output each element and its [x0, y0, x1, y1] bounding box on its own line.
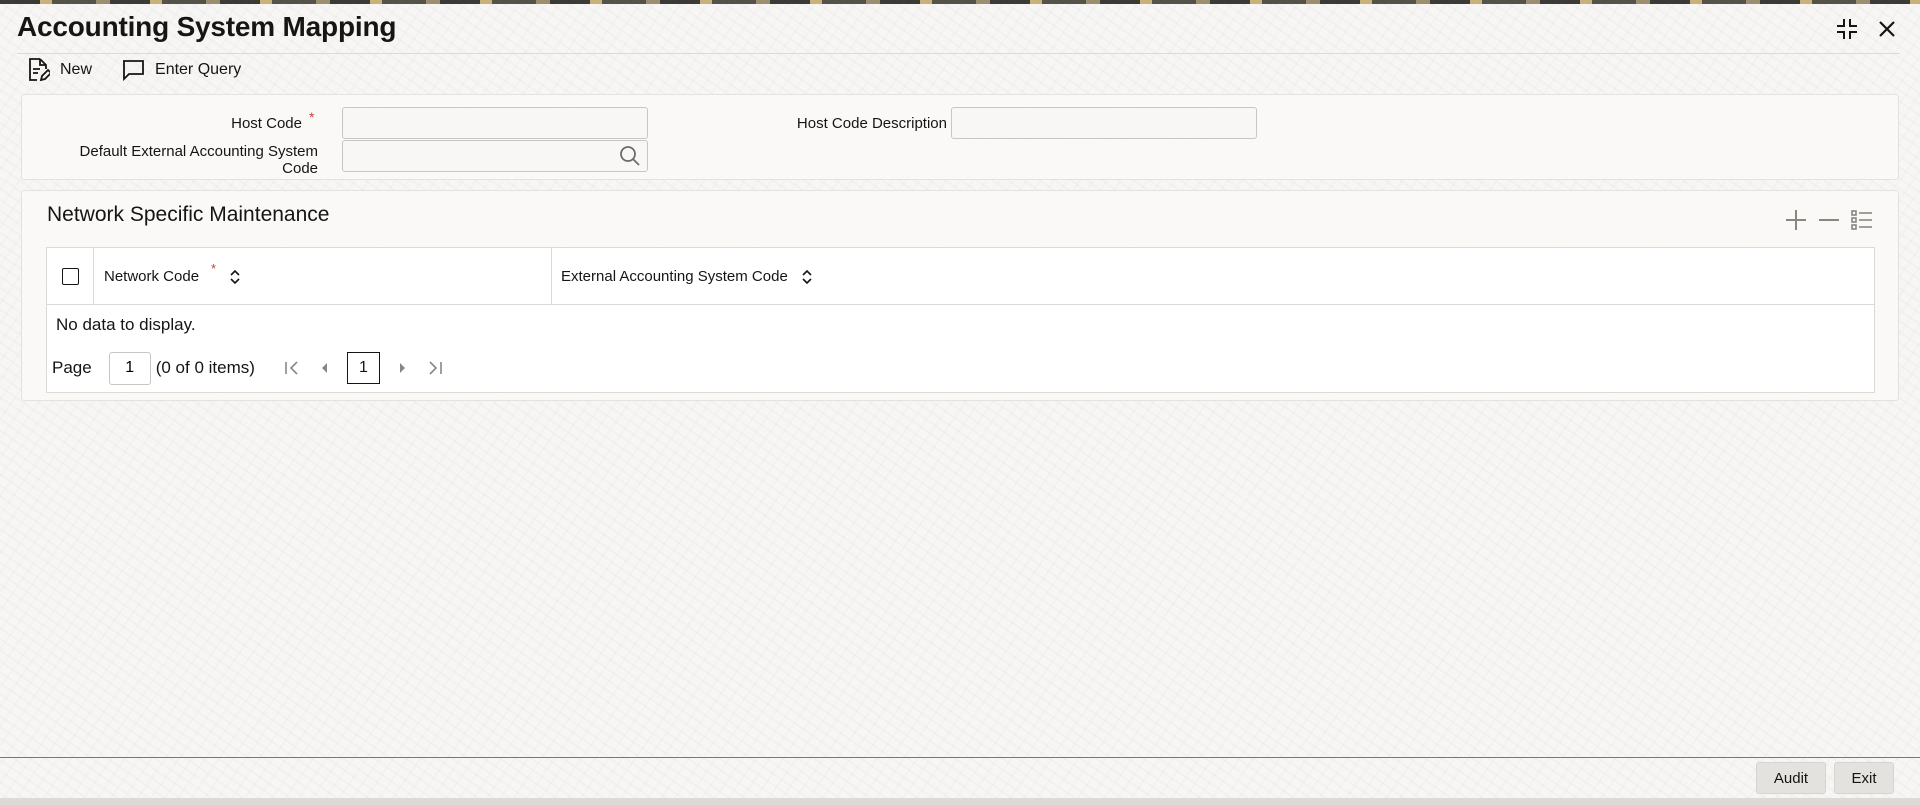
select-all-cell: [47, 248, 94, 305]
collapse-icon[interactable]: [1834, 16, 1860, 42]
window-controls: [1834, 16, 1900, 42]
network-specific-maintenance-panel: Network Specific Maintenance Network Cod…: [21, 190, 1899, 401]
required-indicator: *: [211, 261, 217, 276]
column-header-network-code[interactable]: Network Code *: [94, 248, 552, 305]
required-indicator: *: [309, 109, 315, 125]
sort-icon[interactable]: [229, 269, 241, 285]
query-bubble-icon: [121, 59, 145, 81]
network-table: Network Code * External Accounting Syste…: [46, 247, 1875, 393]
column-header-external-accounting-system-code[interactable]: External Accounting System Code: [552, 248, 1874, 305]
close-icon[interactable]: [1874, 16, 1900, 42]
table-header: Network Code * External Accounting Syste…: [47, 248, 1874, 305]
page-number-input[interactable]: [108, 351, 151, 385]
exit-button[interactable]: Exit: [1834, 762, 1894, 794]
audit-button[interactable]: Audit: [1756, 762, 1826, 794]
enter-query-label: Enter Query: [155, 61, 242, 78]
host-code-description-label: Host Code Description: [796, 115, 947, 132]
next-page-icon[interactable]: [394, 356, 412, 380]
delete-row-icon[interactable]: [1817, 208, 1841, 232]
new-button[interactable]: New: [26, 57, 92, 83]
footer-divider: [0, 757, 1920, 758]
section-title: Network Specific Maintenance: [47, 203, 330, 226]
sort-icon[interactable]: [801, 269, 813, 285]
new-button-label: New: [60, 61, 93, 78]
enter-query-button[interactable]: Enter Query: [121, 59, 241, 81]
top-banner-strip: [0, 0, 1920, 4]
external-acct-header-label: External Accounting System Code: [561, 268, 788, 285]
new-document-icon: [26, 57, 50, 83]
current-page-button[interactable]: 1: [346, 352, 380, 384]
page-label: Page: [52, 358, 92, 377]
default-ext-acct-label-line1: Default External Accounting System: [79, 143, 318, 160]
toolbar: New Enter Query: [26, 56, 270, 84]
default-ext-acct-code-input[interactable]: [342, 140, 648, 172]
search-icon[interactable]: [619, 145, 641, 172]
page-navigation: 1: [283, 352, 444, 384]
bottom-strip: [0, 798, 1920, 805]
host-code-description-input[interactable]: [951, 107, 1257, 139]
default-ext-acct-label-line2: Code: [282, 160, 318, 177]
previous-page-icon[interactable]: [315, 356, 333, 380]
host-code-form-panel: Host Code * Host Code Description Defaul…: [21, 94, 1899, 180]
empty-message: No data to display.: [56, 315, 196, 334]
host-code-label: Host Code: [231, 115, 302, 132]
host-code-input[interactable]: [342, 107, 648, 139]
grid-toolbar: [1784, 208, 1874, 232]
pagination: Page (0 of 0 items) 1: [52, 351, 444, 385]
add-row-icon[interactable]: [1784, 208, 1808, 232]
page-title: Accounting System Mapping: [17, 11, 397, 42]
network-code-header-label: Network Code: [104, 268, 200, 285]
select-all-checkbox[interactable]: [61, 268, 79, 285]
first-page-icon[interactable]: [283, 356, 301, 380]
title-divider: [17, 53, 1900, 54]
items-summary: (0 of 0 items): [155, 358, 255, 377]
list-settings-icon[interactable]: [1850, 208, 1874, 232]
last-page-icon[interactable]: [426, 356, 444, 380]
